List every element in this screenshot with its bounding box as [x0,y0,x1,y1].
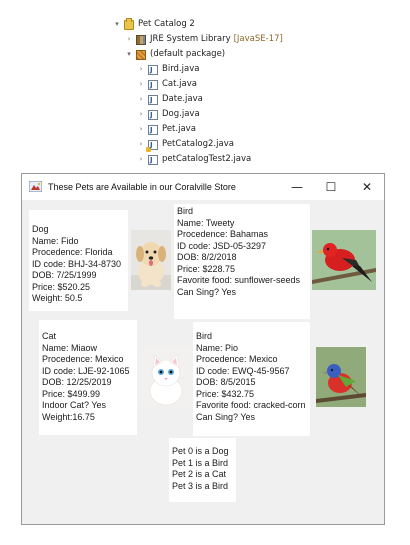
java-file-icon [148,109,158,122]
pet-name: Name: Fido [32,235,79,246]
pet-procedence: Procedence: Florida [32,247,113,257]
summary-line: Pet 1 is a Bird [172,457,229,468]
pet-id-code: ID code: LJE-92-1065 [42,365,130,376]
chevron-right-icon[interactable]: › [137,138,145,151]
window-titlebar[interactable]: These Pets are Available in our Coralvil… [22,174,384,200]
pet-species: Bird [177,206,194,216]
chevron-right-icon[interactable]: › [137,78,145,91]
java-file-icon [148,79,158,92]
pet-can-sing: Can Sing? Yes [196,411,256,422]
java-file-icon [148,124,158,137]
project-label: Pet Catalog 2 [138,19,195,29]
pet-favorite-food: Favorite food: cracked-corn [196,400,306,410]
bird-pio-info-panel: Bird Name: Pio Procedence: Mexico ID cod… [193,322,310,436]
pet-id-code: ID code: EWQ-45-9567 [196,365,290,376]
tree-file-node[interactable]: › Pet.java [137,123,196,137]
pet-dob: DOB: 7/25/1999 [32,270,97,280]
pet-indoor: Indoor Cat? Yes [42,400,107,410]
pet-price: Price: $520.25 [32,281,91,292]
java-file-icon [148,94,158,107]
project-folder-icon [124,17,134,30]
pet-price: Price: $499.99 [42,388,101,399]
red-bird-photo [312,230,376,290]
summary-line: Pet 2 is a Cat [172,469,227,479]
chevron-right-icon[interactable]: › [125,33,133,46]
cat-info-panel: Cat Name: Miaow Procedence: Mexico ID co… [39,320,137,435]
window-title: These Pets are Available in our Coralvil… [48,182,236,192]
file-label: Dog.java [162,109,200,119]
chevron-right-icon[interactable]: › [137,93,145,106]
painted-bunting-photo [316,347,366,407]
tree-file-node[interactable]: › PetCatalog2.java [137,138,234,152]
tree-file-node[interactable]: › Cat.java [137,78,197,92]
package-explorer-tree: ▾ Pet Catalog 2 › JRE System Library [Ja… [0,0,410,168]
pet-name: Name: Miaow [42,342,98,353]
file-label: Date.java [162,94,203,104]
tree-package-node[interactable]: ▾ (default package) [125,48,225,61]
pet-species: Cat [42,331,57,341]
dog-photo [131,230,171,290]
pet-price: Price: $228.75 [177,263,236,274]
pet-procedence: Procedence: Bahamas [177,229,269,239]
dog-info-panel: Dog Name: Fido Procedence: Florida ID co… [29,210,128,311]
package-icon [136,49,146,60]
tree-file-node[interactable]: › Dog.java [137,108,200,122]
summary-line: Pet 0 is a Dog [172,446,229,456]
file-label: PetCatalog2.java [162,139,234,149]
tree-file-node[interactable]: › Date.java [137,93,203,107]
pet-summary-panel: Pet 0 is a Dog Pet 1 is a Bird Pet 2 is … [169,438,236,502]
pet-can-sing: Can Sing? Yes [177,286,237,297]
pet-id-code: ID code: BHJ-34-8730 [32,258,122,269]
pet-procedence: Procedence: Mexico [196,354,278,364]
maximize-button[interactable]: ☐ [314,174,348,200]
library-label: JRE System Library [150,34,231,44]
window-content: Dog Name: Fido Procedence: Florida ID co… [22,200,384,524]
library-tag: [JavaSE-17] [233,34,283,44]
pet-id-code: ID code: JSD-05-3297 [177,240,267,251]
library-icon [136,34,146,45]
chevron-right-icon[interactable]: › [137,63,145,76]
java-warning-file-icon [146,139,158,152]
bird-tweety-info-panel: Bird Name: Tweety Procedence: Bahamas ID… [174,204,310,319]
pet-price: Price: $432.75 [196,388,255,399]
package-label: (default package) [150,49,226,59]
summary-line: Pet 3 is a Bird [172,480,229,491]
chevron-right-icon[interactable]: › [137,108,145,121]
pet-dob: DOB: 8/2/2018 [177,252,237,262]
pet-dob: DOB: 8/5/2015 [196,377,256,387]
java-file-icon [148,64,158,77]
close-button[interactable]: ✕ [350,174,384,200]
pet-weight: Weight:16.75 [42,411,95,422]
cat-photo [140,347,192,407]
pet-species: Bird [196,331,213,341]
chevron-down-icon[interactable]: ▾ [125,48,133,61]
tree-file-node[interactable]: › petCatalogTest2.java [137,153,252,167]
file-label: Pet.java [162,124,196,134]
tree-file-node[interactable]: › Bird.java [137,63,200,77]
pet-dob: DOB: 12/25/2019 [42,377,112,387]
pets-window: These Pets are Available in our Coralvil… [21,173,385,525]
pet-favorite-food: Favorite food: sunflower-seeds [177,275,301,285]
pet-name: Name: Pio [196,342,239,353]
tree-library-node[interactable]: › JRE System Library [JavaSE-17] [125,33,283,46]
file-label: Cat.java [162,79,197,89]
java-file-icon [148,154,158,167]
java-app-icon [29,181,42,192]
minimize-button[interactable]: — [280,174,314,200]
chevron-down-icon[interactable]: ▾ [113,18,121,31]
pet-name: Name: Tweety [177,217,235,228]
chevron-right-icon[interactable]: › [137,123,145,136]
file-label: Bird.java [162,64,200,74]
file-label: petCatalogTest2.java [162,154,252,164]
tree-project-node[interactable]: ▾ Pet Catalog 2 [113,17,195,31]
chevron-right-icon[interactable]: › [137,153,145,166]
pet-procedence: Procedence: Mexico [42,354,124,364]
pet-weight: Weight: 50.5 [32,293,83,303]
pet-species: Dog [32,224,49,234]
